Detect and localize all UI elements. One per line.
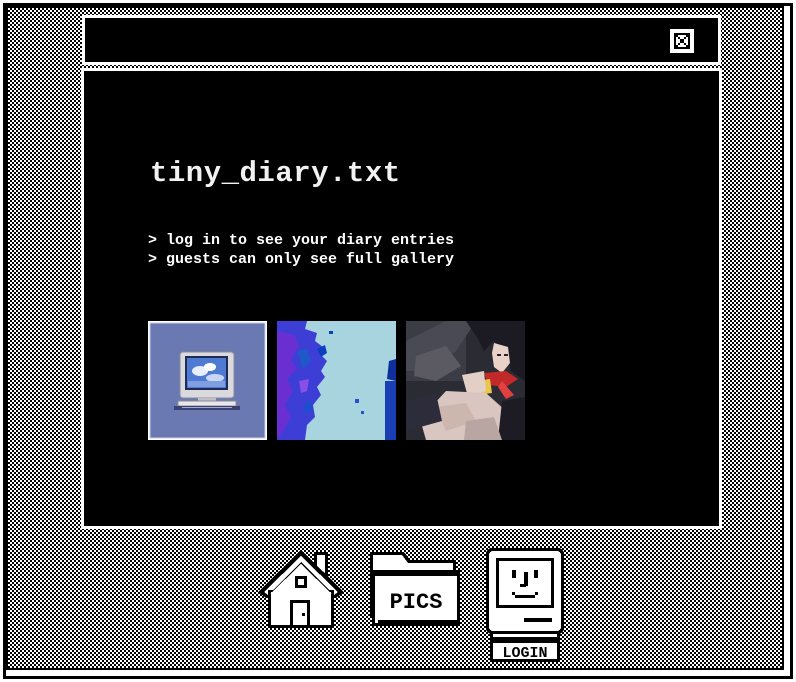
- happy-mac-icon: LOGIN: [486, 548, 564, 662]
- main-window: tiny_diary.txt > log in to see your diar…: [81, 68, 722, 529]
- pics-label: PICS: [390, 590, 443, 615]
- login-label: LOGIN: [502, 645, 547, 662]
- pics-button[interactable]: PICS: [366, 548, 462, 630]
- titlebar-inner: [85, 18, 718, 62]
- window-titlebar: [82, 15, 721, 65]
- desktop-screen: tiny_diary.txt > log in to see your diar…: [0, 0, 796, 682]
- note-line-guests: > guests can only see full gallery: [148, 251, 455, 268]
- main-window-content: tiny_diary.txt > log in to see your diar…: [84, 71, 719, 526]
- close-button[interactable]: [670, 29, 694, 53]
- house-icon: [258, 550, 344, 628]
- page-title: tiny_diary.txt: [150, 157, 401, 190]
- gallery-thumb-computer[interactable]: [148, 321, 267, 440]
- gallery-thumb-abstract[interactable]: [277, 321, 396, 440]
- home-button[interactable]: [256, 548, 346, 630]
- dock: PICS LOGIN: [0, 540, 796, 665]
- gallery: [148, 321, 525, 440]
- info-notes: > log in to see your diary entries > gues…: [148, 231, 454, 269]
- folder-icon: PICS: [370, 552, 460, 626]
- anime-girl-image: [406, 321, 525, 440]
- close-x-icon: [672, 31, 692, 51]
- blue-abstract-image: [277, 321, 396, 440]
- login-button[interactable]: LOGIN: [484, 546, 566, 664]
- retro-computer-image: [148, 321, 267, 440]
- note-line-login: > log in to see your diary entries: [148, 232, 455, 249]
- gallery-thumb-anime[interactable]: [406, 321, 525, 440]
